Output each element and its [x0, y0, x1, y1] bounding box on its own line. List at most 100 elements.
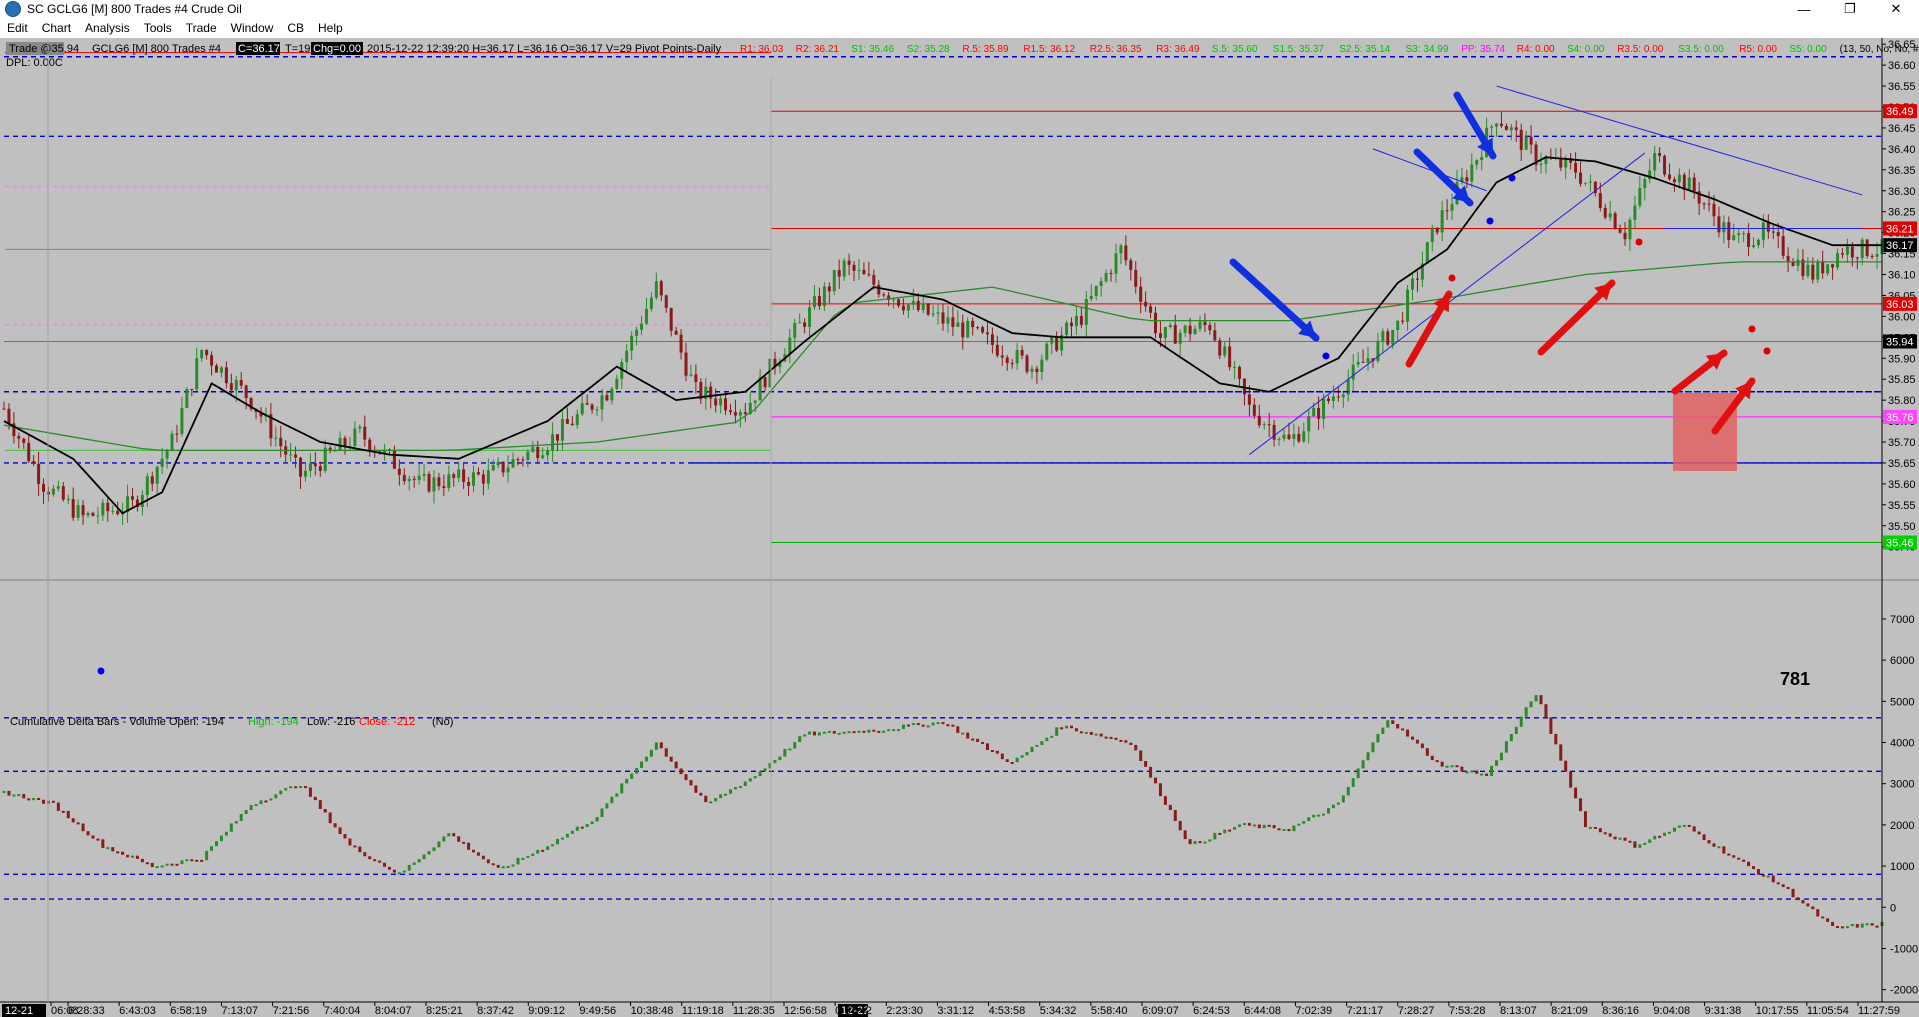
- delta-bar: [254, 804, 258, 807]
- candle-body: [501, 461, 505, 473]
- candle-body: [837, 269, 841, 277]
- x-tick-label: 2:23:30: [886, 1005, 923, 1017]
- candle-body: [1282, 434, 1286, 439]
- candle-body: [1742, 233, 1746, 235]
- delta-bar: [551, 844, 555, 847]
- delta-bar: [1005, 759, 1009, 762]
- menu-edit[interactable]: Edit: [0, 21, 35, 35]
- menu-cb[interactable]: CB: [280, 21, 311, 35]
- candle-body: [724, 398, 728, 411]
- candle-body: [1129, 260, 1133, 270]
- delta-bar: [758, 771, 762, 777]
- delta-bar: [1776, 882, 1780, 885]
- candle-body: [1223, 346, 1227, 356]
- candle-body: [1050, 336, 1054, 344]
- minimize-button[interactable]: —: [1781, 0, 1827, 18]
- x-tick-label: 7:02:39: [1295, 1005, 1332, 1017]
- cd-header-high: High: -194: [248, 716, 299, 728]
- menu-window[interactable]: Window: [224, 21, 281, 35]
- candle-body: [595, 409, 599, 411]
- candle-body: [1613, 213, 1617, 229]
- trade-label: Trade @35.94: [9, 43, 79, 55]
- delta-bar: [1806, 903, 1810, 907]
- close-value: C=36.17: [238, 43, 280, 55]
- pivot-label: S3: 34.99: [1406, 44, 1449, 55]
- candle-body: [1816, 261, 1820, 280]
- delta-bar: [1060, 727, 1064, 730]
- delta-bar: [299, 786, 303, 789]
- candle-body: [1158, 333, 1162, 338]
- candle-body: [585, 403, 589, 405]
- delta-bar: [279, 790, 283, 795]
- candle-body: [1188, 325, 1192, 335]
- candle-body: [1104, 273, 1108, 282]
- delta-bar: [457, 836, 461, 842]
- delta-bar: [1811, 906, 1815, 910]
- candle-body: [51, 488, 55, 495]
- menu-help[interactable]: Help: [311, 21, 350, 35]
- x-tick-label: 8:21:09: [1551, 1005, 1588, 1017]
- delta-bar: [111, 847, 115, 852]
- delta-bar: [506, 865, 510, 868]
- delta-bar: [1840, 926, 1844, 929]
- candle-body: [867, 274, 871, 276]
- delta-bar: [501, 866, 505, 869]
- pivot-label: R2: 36.21: [796, 44, 840, 55]
- delta-bar: [215, 841, 219, 847]
- delta-bar: [1440, 761, 1444, 767]
- delta-bar: [877, 730, 881, 733]
- close-button[interactable]: ✕: [1873, 0, 1919, 18]
- delta-bar: [1875, 925, 1879, 928]
- restore-button[interactable]: ❐: [1827, 0, 1873, 18]
- delta-bar: [620, 783, 624, 794]
- x-tick-label: 10:38:48: [631, 1005, 674, 1017]
- delta-bar: [1272, 825, 1276, 829]
- candle-body: [462, 469, 466, 482]
- candle-body: [150, 476, 154, 484]
- candle-body: [116, 510, 120, 515]
- x-tick-label: 9:04:08: [1653, 1005, 1690, 1017]
- delta-bar: [1821, 916, 1825, 919]
- x-tick-label: 7:40:04: [324, 1005, 361, 1017]
- chart-area[interactable]: 36.6536.6036.5536.5036.4536.4036.3536.30…: [0, 38, 1919, 1017]
- candle-body: [1850, 246, 1854, 258]
- delta-bar: [22, 794, 26, 799]
- candle-body: [1781, 236, 1785, 256]
- delta-bar: [1514, 726, 1518, 734]
- delta-bar: [1504, 741, 1508, 753]
- candle-body: [1149, 306, 1153, 313]
- x-tick-label: 5:58:40: [1091, 1005, 1128, 1017]
- candle-body: [1504, 125, 1508, 131]
- delta-bar: [76, 822, 80, 825]
- candle-body: [1144, 301, 1148, 307]
- delta-bar: [1104, 736, 1108, 739]
- candle-body: [1074, 315, 1078, 327]
- menu-chart[interactable]: Chart: [35, 21, 78, 35]
- candle-body: [1366, 358, 1370, 363]
- candle-body: [17, 436, 21, 439]
- delta-bar: [422, 854, 426, 860]
- delta-bar: [580, 826, 584, 829]
- delta-bar: [625, 778, 629, 784]
- delta-bar: [496, 864, 500, 868]
- delta-bar: [452, 833, 456, 837]
- candle-body: [570, 423, 574, 426]
- delta-bar: [259, 800, 263, 805]
- candle-body: [1257, 415, 1261, 426]
- candle-body: [659, 281, 663, 296]
- delta-bar: [121, 851, 125, 855]
- signal-dot: [1486, 217, 1494, 225]
- candle-body: [615, 378, 619, 389]
- x-tick-label: 6:28:33: [68, 1005, 105, 1017]
- delta-bar: [71, 818, 75, 823]
- candle-body: [1574, 162, 1578, 173]
- menu-analysis[interactable]: Analysis: [78, 21, 137, 35]
- candle-body: [1475, 160, 1479, 165]
- menu-trade[interactable]: Trade: [179, 21, 224, 35]
- delta-bar: [1816, 909, 1820, 917]
- menu-tools[interactable]: Tools: [137, 21, 179, 35]
- candle-body: [630, 335, 634, 351]
- delta-bar: [323, 808, 327, 813]
- candle-body: [1233, 366, 1237, 368]
- candle-body: [961, 322, 965, 338]
